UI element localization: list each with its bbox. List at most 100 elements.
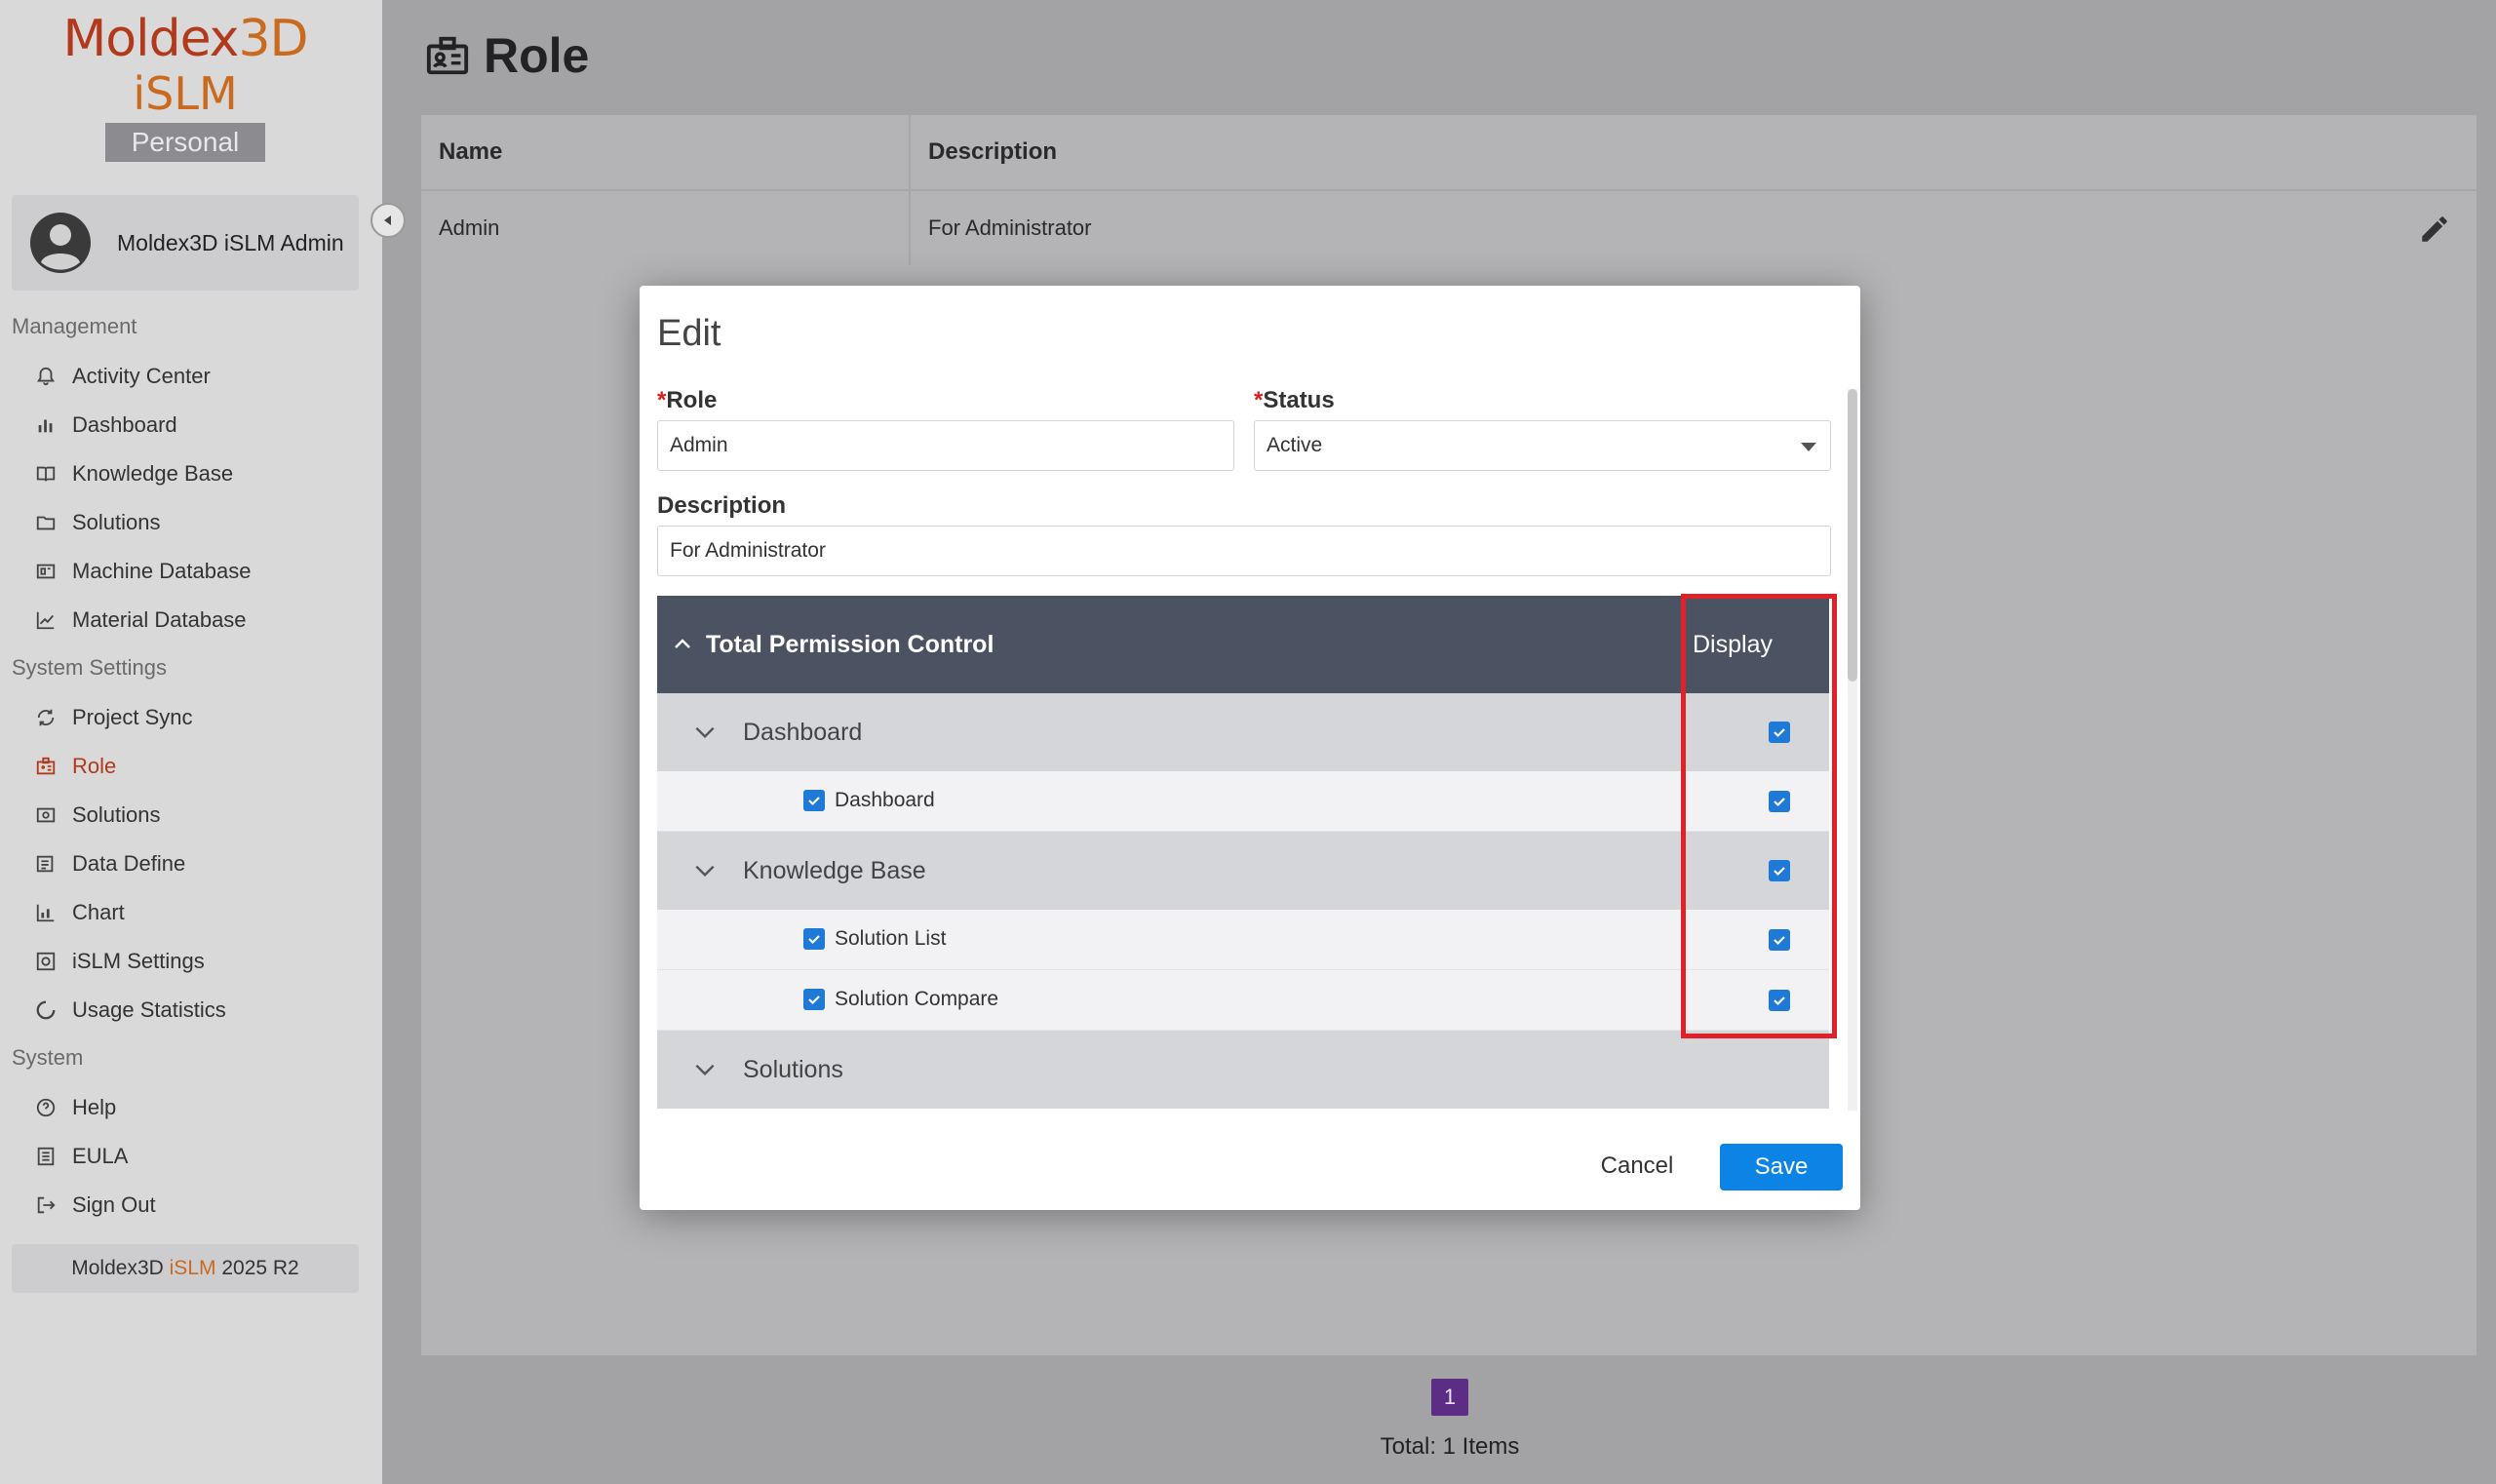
cancel-button[interactable]: Cancel	[1576, 1142, 1698, 1191]
item-checkbox[interactable]	[803, 790, 825, 811]
group-label: Dashboard	[743, 719, 863, 746]
sidebar-item-label: Chart	[72, 900, 125, 924]
sidebar-item-dashboard[interactable]: Dashboard	[35, 406, 177, 445]
edit-dialog: Edit *Role Admin *Status Active Descript…	[640, 286, 1860, 1210]
column-header-name[interactable]: Name	[421, 115, 911, 189]
version-accent: iSLM	[169, 1257, 216, 1279]
chevron-down-icon[interactable]	[692, 1057, 718, 1082]
machine-icon	[36, 564, 56, 579]
pagination-page-1[interactable]: 1	[1431, 1379, 1468, 1416]
sidebar-collapse-button[interactable]	[370, 203, 406, 238]
table-header: Name Description	[421, 115, 2476, 191]
cell-name: Admin	[421, 191, 911, 265]
status-label: *Status	[1254, 387, 1335, 414]
sidebar-item-help[interactable]: Help	[35, 1088, 116, 1127]
sidebar-item-label: Solutions	[72, 802, 161, 827]
page-title-text: Role	[484, 28, 590, 83]
dialog-scrollbar[interactable]	[1848, 389, 1857, 1111]
sidebar-item-role[interactable]: Role	[35, 747, 116, 786]
sidebar-item-activity-center[interactable]: Activity Center	[35, 357, 211, 396]
section-system: System	[12, 1045, 84, 1070]
description-label: Description	[657, 492, 787, 519]
sidebar-item-label: Solutions	[72, 510, 161, 534]
sidebar-item-eula[interactable]: EULA	[35, 1137, 128, 1176]
permission-group-dashboard[interactable]: Dashboard	[657, 693, 1829, 771]
folder-icon	[36, 516, 56, 530]
group-label: Solutions	[743, 1056, 843, 1083]
sidebar-item-label: Knowledge Base	[72, 461, 234, 486]
item-checkbox[interactable]	[803, 928, 825, 950]
column-header-description[interactable]: Description	[911, 115, 1057, 189]
total-items: Total: 1 Items	[1380, 1433, 1520, 1460]
item-label: Solution Compare	[835, 988, 999, 1010]
chevron-down-icon[interactable]	[692, 720, 718, 745]
chevron-down-icon	[1801, 443, 1816, 451]
permission-group-knowledge-base[interactable]: Knowledge Base	[657, 832, 1829, 910]
permission-header-title: Total Permission Control	[706, 630, 994, 658]
chevron-up-icon[interactable]	[671, 633, 694, 656]
checkmark-icon	[808, 996, 820, 1005]
sidebar-item-material-database[interactable]: Material Database	[35, 601, 247, 640]
permission-header: Total Permission Control Display	[657, 596, 1829, 693]
sidebar-item-label: iSLM Settings	[72, 949, 205, 973]
checkmark-icon	[808, 935, 820, 945]
bell-icon	[36, 367, 56, 386]
caret-left-icon	[384, 215, 391, 225]
version-info: Moldex3D iSLM 2025 R2	[12, 1244, 359, 1293]
sidebar-item-label: Activity Center	[72, 364, 211, 388]
sidebar-item-label: Sign Out	[72, 1192, 156, 1217]
version-suffix: 2025 R2	[215, 1257, 299, 1279]
scrollbar-thumb[interactable]	[1848, 389, 1857, 682]
chart-icon	[36, 904, 55, 922]
solutions-icon	[36, 807, 56, 823]
data-define-icon	[36, 855, 54, 873]
table-row[interactable]: Admin For Administrator	[421, 191, 2476, 265]
sidebar-item-solutions[interactable]: Solutions	[35, 503, 161, 542]
sidebar-item-islm-settings[interactable]: iSLM Settings	[35, 942, 205, 981]
required-mark: *	[1254, 387, 1264, 413]
help-icon	[36, 1098, 56, 1117]
user-card[interactable]: Moldex3D iSLM Admin	[12, 195, 359, 291]
chevron-down-icon[interactable]	[692, 858, 718, 883]
sidebar-item-label: EULA	[72, 1144, 129, 1168]
required-mark: *	[657, 387, 667, 413]
permission-group-solutions[interactable]: Solutions	[657, 1031, 1829, 1109]
checkmark-icon	[808, 797, 820, 806]
logo-text-3d: 3D	[238, 10, 308, 68]
permission-table: Total Permission Control Display Dashboa…	[657, 596, 1829, 1124]
user-name: Moldex3D iSLM Admin	[117, 229, 344, 255]
item-checkbox[interactable]	[803, 989, 825, 1010]
permission-item-solution-compare[interactable]: Solution Compare	[657, 970, 1829, 1031]
item-label: Dashboard	[835, 789, 935, 811]
sidebar-item-knowledge-base[interactable]: Knowledge Base	[35, 454, 233, 493]
section-system-settings: System Settings	[12, 655, 167, 680]
display-column-highlight	[1681, 594, 1837, 1038]
save-button[interactable]: Save	[1720, 1144, 1843, 1191]
description-input[interactable]: For Administrator	[657, 526, 1831, 576]
sidebar-item-data-define[interactable]: Data Define	[35, 844, 185, 883]
app-logo: Moldex3D iSLM Personal	[0, 12, 370, 162]
sidebar-item-machine-database[interactable]: Machine Database	[35, 552, 251, 591]
permission-item-dashboard[interactable]: Dashboard	[657, 771, 1829, 832]
sidebar-item-usage-statistics[interactable]: Usage Statistics	[35, 991, 226, 1030]
edit-pencil-icon[interactable]	[2418, 213, 2451, 246]
role-label-text: Role	[666, 387, 718, 413]
sidebar: Moldex3D iSLM Personal Moldex3D iSLM Adm…	[0, 0, 382, 1484]
sidebar-item-label: Material Database	[72, 607, 247, 632]
sidebar-item-sign-out[interactable]: Sign Out	[35, 1186, 156, 1225]
status-select-value: Active	[1267, 434, 1323, 456]
permission-item-solution-list[interactable]: Solution List	[657, 910, 1829, 970]
cell-description: For Administrator	[928, 215, 1092, 240]
bar-chart-icon	[38, 419, 53, 433]
status-select[interactable]: Active	[1254, 420, 1831, 471]
sidebar-item-label: Dashboard	[72, 412, 177, 437]
sidebar-item-project-sync[interactable]: Project Sync	[35, 698, 193, 737]
sidebar-item-chart[interactable]: Chart	[35, 893, 125, 932]
group-label: Knowledge Base	[743, 857, 926, 884]
sidebar-item-label: Machine Database	[72, 559, 252, 583]
statistics-icon	[36, 1000, 56, 1020]
item-label: Solution List	[835, 927, 947, 950]
document-icon	[37, 1147, 55, 1166]
sidebar-item-solutions-settings[interactable]: Solutions	[35, 796, 161, 835]
role-input[interactable]: Admin	[657, 420, 1234, 471]
